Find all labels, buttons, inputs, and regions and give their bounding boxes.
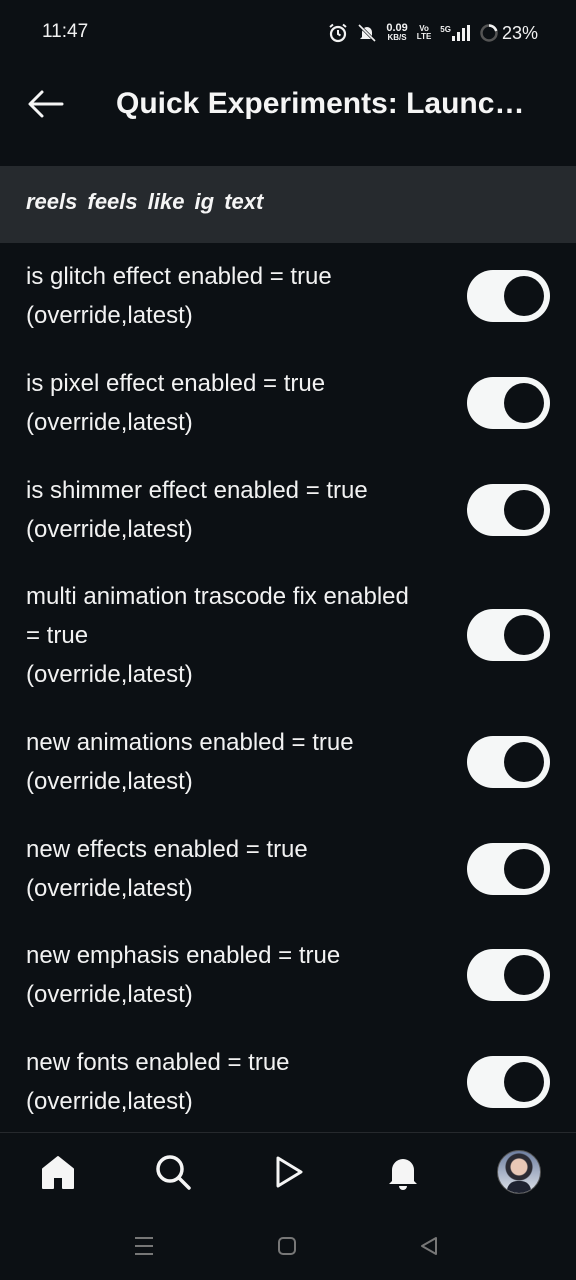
experiment-label: new effects enabled = true [26,836,308,863]
experiment-row: is shimmer effect enabled = true (overri… [0,457,576,563]
system-back-button[interactable] [409,1232,449,1260]
experiment-label: new emphasis enabled = true [26,942,341,969]
system-nav [0,1212,576,1280]
experiment-toggle[interactable] [467,843,550,895]
nav-reels[interactable] [263,1149,313,1195]
toggle-knob [504,615,544,655]
experiment-text: is glitch effect enabled = true (overrid… [26,257,466,335]
section-header: reels feels like ig text [0,166,576,243]
experiment-source: (override,latest) [26,302,193,329]
experiment-label: is glitch effect enabled = true [26,263,332,290]
recents-icon [135,1237,153,1255]
experiment-row: is pixel effect enabled = true (override… [0,350,576,457]
nav-search[interactable] [148,1149,198,1195]
experiment-row: new emphasis enabled = true (override,la… [0,922,576,1029]
experiment-label: multi animation trascode fix enabled [26,583,409,610]
experiment-toggle[interactable] [467,609,550,661]
toggle-knob [504,955,544,995]
experiment-source: (override,latest) [26,516,193,543]
home-button[interactable] [267,1232,307,1260]
experiment-row: new animations enabled = true (override,… [0,709,576,816]
signal-icon: 5G [440,25,470,41]
experiment-row: is glitch effect enabled = true (overrid… [0,243,576,350]
net-speed-unit: KB/S [387,33,407,42]
search-icon [156,1155,191,1190]
experiment-text: is pixel effect enabled = true (override… [26,364,466,442]
experiment-toggle[interactable] [467,270,550,322]
experiment-toggle[interactable] [467,484,550,536]
volte-badge: Vo LTE [417,25,432,41]
volte-bottom: LTE [416,32,432,41]
nav-profile[interactable] [494,1149,544,1195]
experiment-row: multi animation trascode fix enabled = t… [0,563,576,709]
arrow-left-icon [28,90,64,118]
nav-home[interactable] [33,1149,83,1195]
experiment-toggle[interactable] [467,377,550,429]
experiment-text: is shimmer effect enabled = true (overri… [26,471,466,549]
battery-percent: 23% [501,22,538,43]
bottom-nav [0,1132,576,1213]
page-title: Quick Experiments: Launc… [116,87,525,120]
mute-icon [358,23,377,43]
experiment-text: new animations enabled = true (override,… [26,723,466,801]
experiment-source: (override,latest) [26,1088,193,1115]
toggle-knob [504,849,544,889]
home-square-icon [278,1237,296,1255]
back-button[interactable] [22,84,70,124]
toggle-knob [504,1062,544,1102]
screen: 11:47 0.09 KB/S Vo LTE 5G 23% Quick Expe… [0,0,576,1280]
experiment-toggle[interactable] [467,736,550,788]
app-bar: Quick Experiments: Launc… [0,66,576,166]
back-triangle-icon [421,1237,437,1255]
home-icon [42,1156,74,1189]
battery-icon [480,24,498,42]
experiment-text: new fonts enabled = true (override,lates… [26,1043,466,1121]
status-icons: 0.09 KB/S Vo LTE 5G 23% [328,20,538,46]
net-speed-value: 0.09 [386,22,408,34]
profile-avatar [497,1150,541,1194]
alarm-icon [329,23,347,43]
experiment-toggle[interactable] [467,1056,550,1108]
experiment-toggle[interactable] [467,949,550,1001]
net-speed: 0.09 KB/S [386,22,408,43]
notifications-icon [389,1159,417,1190]
experiment-source: (override,latest) [26,661,193,688]
toggle-knob [504,276,544,316]
experiment-text: new effects enabled = true (override,lat… [26,830,466,908]
toggle-knob [504,490,544,530]
experiment-label: new animations enabled = true [26,729,354,756]
experiment-text: multi animation trascode fix enabled = t… [26,577,466,694]
section-title: reels feels like ig text [26,189,264,214]
toggle-knob [504,742,544,782]
experiment-source: (override,latest) [26,875,193,902]
status-time: 11:47 [42,21,89,42]
experiment-label-cont: = true [26,622,89,649]
experiment-label: is shimmer effect enabled = true [26,477,368,504]
experiment-text: new emphasis enabled = true (override,la… [26,936,466,1014]
network-type: 5G [440,25,451,34]
status-bar: 11:47 0.09 KB/S Vo LTE 5G 23% [0,0,576,66]
experiment-source: (override,latest) [26,409,193,436]
reels-icon [276,1156,303,1188]
recents-button[interactable] [124,1232,164,1260]
experiment-source: (override,latest) [26,981,193,1008]
experiment-source: (override,latest) [26,768,193,795]
toggle-knob [504,383,544,423]
experiment-label: is pixel effect enabled = true [26,370,326,397]
experiment-row: new effects enabled = true (override,lat… [0,816,576,922]
experiment-row: new fonts enabled = true (override,lates… [0,1029,576,1132]
avatar-shirt [507,1181,531,1193]
nav-notifications[interactable] [378,1149,428,1195]
experiment-label: new fonts enabled = true [26,1049,290,1076]
